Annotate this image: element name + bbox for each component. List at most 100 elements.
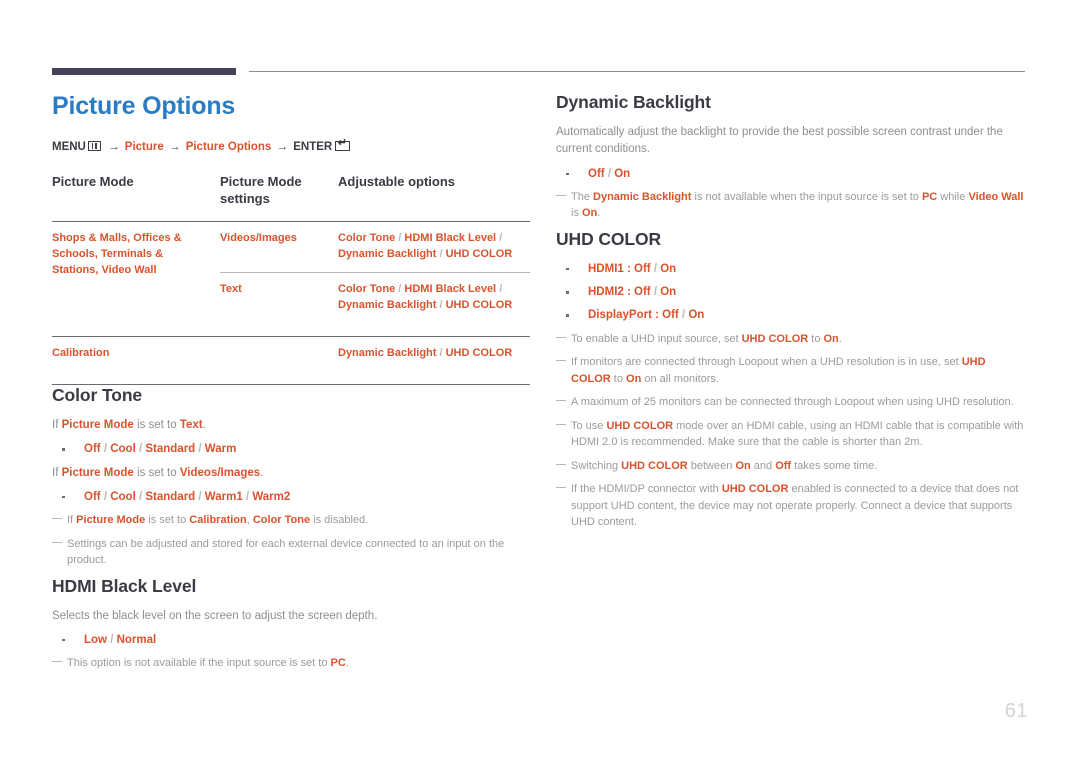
breadcrumb-picture-options[interactable]: Picture Options	[186, 141, 272, 153]
cell-adjustable-options: Dynamic Backlight / UHD COLOR	[338, 336, 530, 385]
hl-uhd-color: UHD COLOR	[741, 332, 809, 345]
hl-off: Off	[775, 459, 792, 472]
bullet-values: Off / On	[662, 309, 705, 322]
note-color-tone-calibration: If Picture Mode is set to Calibration, C…	[52, 512, 530, 529]
hl-uhd-color: UHD COLOR	[606, 419, 674, 432]
bullet-label: HDMI1	[588, 262, 624, 275]
hl-on: On	[582, 207, 598, 220]
bullet-hdmi-black-level-options: Low / Normal	[52, 632, 530, 649]
section-heading-dynamic-backlight: Dynamic Backlight	[556, 92, 711, 112]
txt: .	[838, 332, 842, 345]
cell-picture-mode: Shops & Malls, Offices & Schools, Termin…	[52, 232, 182, 277]
note-hdmi-black-level-pc: This option is not available if the inpu…	[52, 655, 530, 672]
path-arrow-2: →	[168, 141, 181, 153]
color-tone-condition-text: If Picture Mode is set to Text.	[52, 417, 530, 434]
txt: on all monitors.	[641, 372, 719, 385]
section-heading-color-tone: Color Tone	[52, 385, 143, 406]
txt: To enable a UHD input source, set	[571, 332, 742, 345]
bullet-uhd-color-hdmi1: HDMI1 : Off / On	[556, 261, 1028, 278]
txt: between	[687, 459, 736, 472]
note-uhd-enable-source: To enable a UHD input source, set UHD CO…	[556, 331, 1028, 348]
txt: This option is not available if the inpu…	[67, 657, 331, 670]
txt: To use	[571, 419, 607, 432]
hl-pc: PC	[921, 190, 938, 203]
hl-picture-mode: Picture Mode	[76, 514, 146, 527]
column-header-picture-mode-settings: Picture Mode settings	[220, 174, 338, 223]
note-settings-stored: Settings can be adjusted and stored for …	[52, 536, 530, 569]
hl-on: On	[823, 332, 839, 345]
path-arrow-3: →	[276, 141, 289, 153]
right-column: Dynamic Backlight Automatically adjust t…	[556, 92, 1028, 538]
bullet-uhd-color-hdmi2: HDMI2 : Off / On	[556, 284, 1028, 301]
hdmi-black-level-description: Selects the black level on the screen to…	[52, 609, 378, 622]
note-uhd-loopout-monitors: If monitors are connected through Loopou…	[556, 354, 1028, 387]
txt: The	[571, 190, 594, 203]
txt: .	[345, 657, 349, 670]
bullet-dynamic-backlight-options: Off / On	[556, 166, 1028, 183]
menu-grid-icon	[87, 141, 101, 151]
picture-mode-table: Picture Mode Picture Mode settings Adjus…	[52, 174, 530, 385]
cell-adjustable-options: Color Tone / HDMI Black Level / Dynamic …	[338, 232, 513, 261]
note-uhd-max-monitors: A maximum of 25 monitors can be connecte…	[556, 394, 1028, 411]
cell-picture-mode-setting: Text	[220, 272, 338, 337]
txt: is set to	[145, 514, 190, 527]
txt: If	[52, 419, 62, 432]
hl-uhd-color: UHD COLOR	[721, 483, 789, 495]
header-rule-accent	[52, 68, 236, 75]
left-column: Picture Options MENU → Picture → Picture…	[52, 92, 530, 679]
section-heading-hdmi-black-level: HDMI Black Level	[52, 575, 197, 596]
txt: If the HDMI/DP connector with	[571, 483, 722, 495]
note-dynamic-backlight-availability: The Dynamic Backlight is not available w…	[556, 189, 1028, 222]
bullet-values: Off / On	[634, 262, 677, 275]
color-tone-condition-text-2: If Picture Mode is set to Videos/Images.	[52, 465, 530, 482]
table-row: Shops & Malls, Offices & Schools, Termin…	[52, 222, 530, 276]
hl-calibration: Calibration	[189, 514, 247, 527]
bullet-sep: :	[623, 262, 635, 275]
txt: is set to	[133, 466, 180, 479]
bullet-sep: :	[623, 286, 635, 298]
bullet-uhd-color-displayport: DisplayPort : Off / On	[556, 307, 1028, 324]
hl-picture-mode: Picture Mode	[61, 419, 134, 432]
hl-color-tone: Color Tone	[252, 514, 311, 527]
bullet-label: HDMI2	[588, 286, 624, 298]
header-rule-thin	[249, 71, 1025, 72]
txt: is disabled.	[310, 514, 369, 527]
menu-path-breadcrumb: MENU → Picture → Picture Options → ENTER	[52, 138, 530, 155]
txt: is set to	[133, 419, 180, 432]
hl-uhd-color: UHD COLOR	[621, 459, 688, 472]
page-number: 61	[1004, 700, 1028, 722]
page-title: Picture Options	[52, 92, 236, 120]
table-header-row: Picture Mode Picture Mode settings Adjus…	[52, 174, 530, 223]
txt: If monitors are connected through Loopou…	[571, 356, 962, 368]
txt: If	[52, 466, 62, 479]
hl-dynamic-backlight: Dynamic Backlight	[593, 190, 692, 203]
hl-videos-images: Videos/Images	[179, 466, 261, 479]
hl-pc: PC	[330, 657, 346, 670]
cell-picture-mode: Calibration	[52, 336, 220, 385]
txt: to	[808, 332, 824, 345]
cell-picture-mode-setting: Videos/Images	[220, 232, 297, 245]
note-uhd-unsupported-device: If the HDMI/DP connector with UHD COLOR …	[556, 481, 1028, 531]
note-uhd-hdmi-cable: To use UHD COLOR mode over an HDMI cable…	[556, 418, 1028, 451]
txt: If	[67, 514, 77, 527]
txt: .	[202, 419, 206, 432]
hl-on: On	[626, 372, 642, 385]
txt: while	[937, 190, 969, 203]
txt: to	[610, 372, 627, 385]
bullet-label: DisplayPort	[588, 309, 652, 322]
cell-adjustable-options: Color Tone / HDMI Black Level / Dynamic …	[338, 272, 530, 337]
txt: is not available when the input source i…	[691, 190, 922, 203]
txt: .	[260, 466, 264, 479]
dynamic-backlight-description: Automatically adjust the backlight to pr…	[556, 126, 1003, 156]
manual-page: Picture Options MENU → Picture → Picture…	[0, 0, 1080, 763]
bullet-color-tone-video-options: Off / Cool / Standard / Warm1 / Warm2	[52, 489, 530, 506]
table-row: Calibration Dynamic Backlight / UHD COLO…	[52, 336, 530, 385]
breadcrumb-picture[interactable]: Picture	[125, 141, 164, 153]
section-heading-uhd-color: UHD COLOR	[556, 228, 662, 249]
column-header-picture-mode: Picture Mode	[52, 174, 220, 223]
bullet-sep: :	[651, 309, 663, 322]
txt: .	[597, 207, 601, 220]
hl-video-wall: Video Wall	[968, 190, 1024, 203]
txt: takes some time.	[791, 459, 878, 472]
bullet-values: Off / On	[634, 286, 677, 298]
